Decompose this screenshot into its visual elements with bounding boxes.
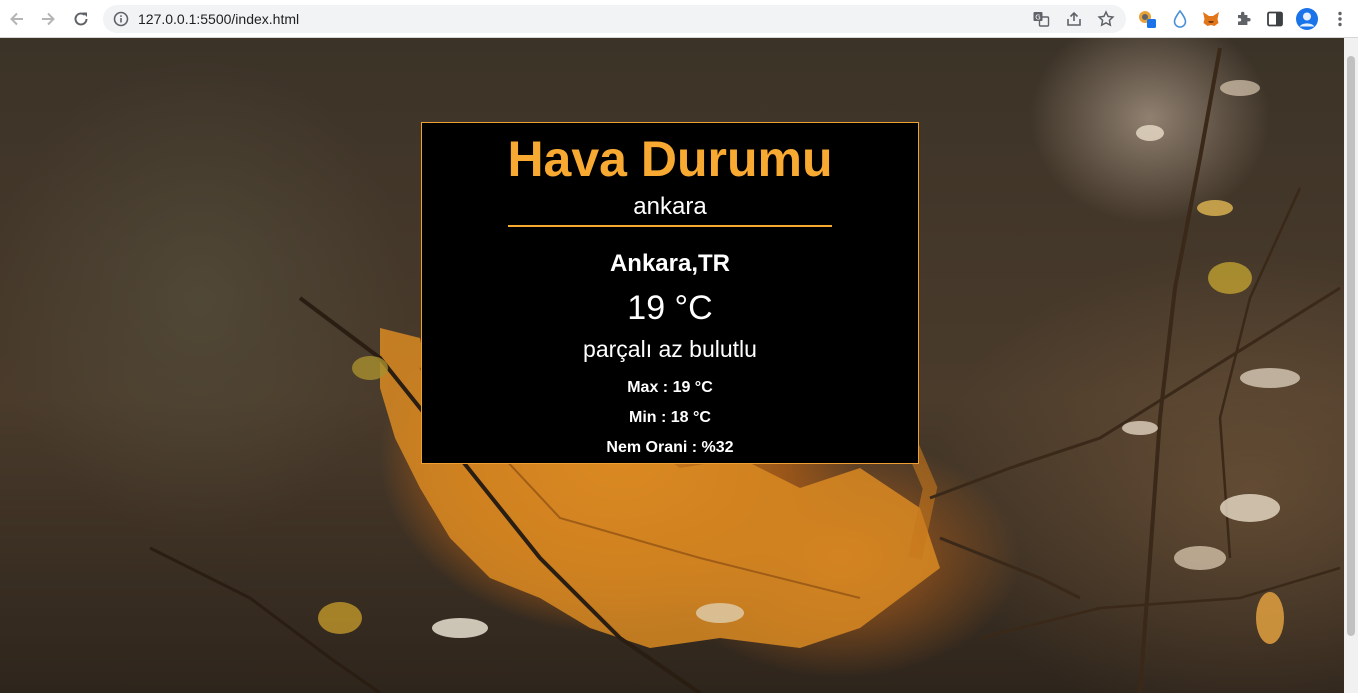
- back-button[interactable]: [6, 8, 28, 30]
- profile-avatar-icon[interactable]: [1295, 7, 1319, 31]
- vertical-scrollbar[interactable]: [1344, 38, 1358, 693]
- puzzle-extensions-icon[interactable]: [1234, 9, 1254, 29]
- temperature-value: 19 °C: [627, 289, 713, 327]
- page-background: Hava Durumu ankara Ankara,TR 19 °C parça…: [0, 38, 1358, 693]
- app-title: Hava Durumu: [507, 131, 833, 187]
- extension-badge-icon[interactable]: [1137, 9, 1157, 29]
- kebab-menu-icon[interactable]: [1330, 9, 1350, 29]
- max-temperature: Max : 19 °C: [627, 379, 713, 396]
- scrollbar-thumb[interactable]: [1347, 56, 1355, 636]
- weather-description: parçalı az bulutlu: [583, 336, 757, 362]
- arrow-right-icon: [42, 12, 55, 26]
- address-bar[interactable]: 127.0.0.1:5500/index.html G: [103, 5, 1126, 33]
- reload-icon: [74, 12, 88, 26]
- svg-text:G: G: [1035, 14, 1040, 22]
- side-panel-icon[interactable]: [1265, 9, 1285, 29]
- weather-card: Hava Durumu ankara Ankara,TR 19 °C parça…: [421, 122, 919, 464]
- share-icon[interactable]: [1065, 10, 1083, 28]
- reload-button[interactable]: [70, 8, 92, 30]
- url-text[interactable]: 127.0.0.1:5500/index.html: [138, 11, 299, 27]
- city-search-input[interactable]: ankara: [508, 187, 832, 227]
- min-temperature: Min : 18 °C: [629, 409, 711, 426]
- water-drop-icon[interactable]: [1170, 9, 1190, 29]
- translate-icon[interactable]: G: [1032, 10, 1050, 28]
- humidity-value: Nem Orani : %32: [606, 439, 734, 456]
- forward-button[interactable]: [37, 8, 59, 30]
- bookmark-star-icon[interactable]: [1097, 10, 1115, 28]
- metamask-fox-icon[interactable]: [1201, 9, 1221, 29]
- city-name: Ankara,TR: [609, 250, 731, 277]
- site-info-icon[interactable]: [113, 11, 129, 27]
- browser-toolbar: 127.0.0.1:5500/index.html G: [0, 0, 1358, 38]
- arrow-left-icon: [10, 12, 23, 26]
